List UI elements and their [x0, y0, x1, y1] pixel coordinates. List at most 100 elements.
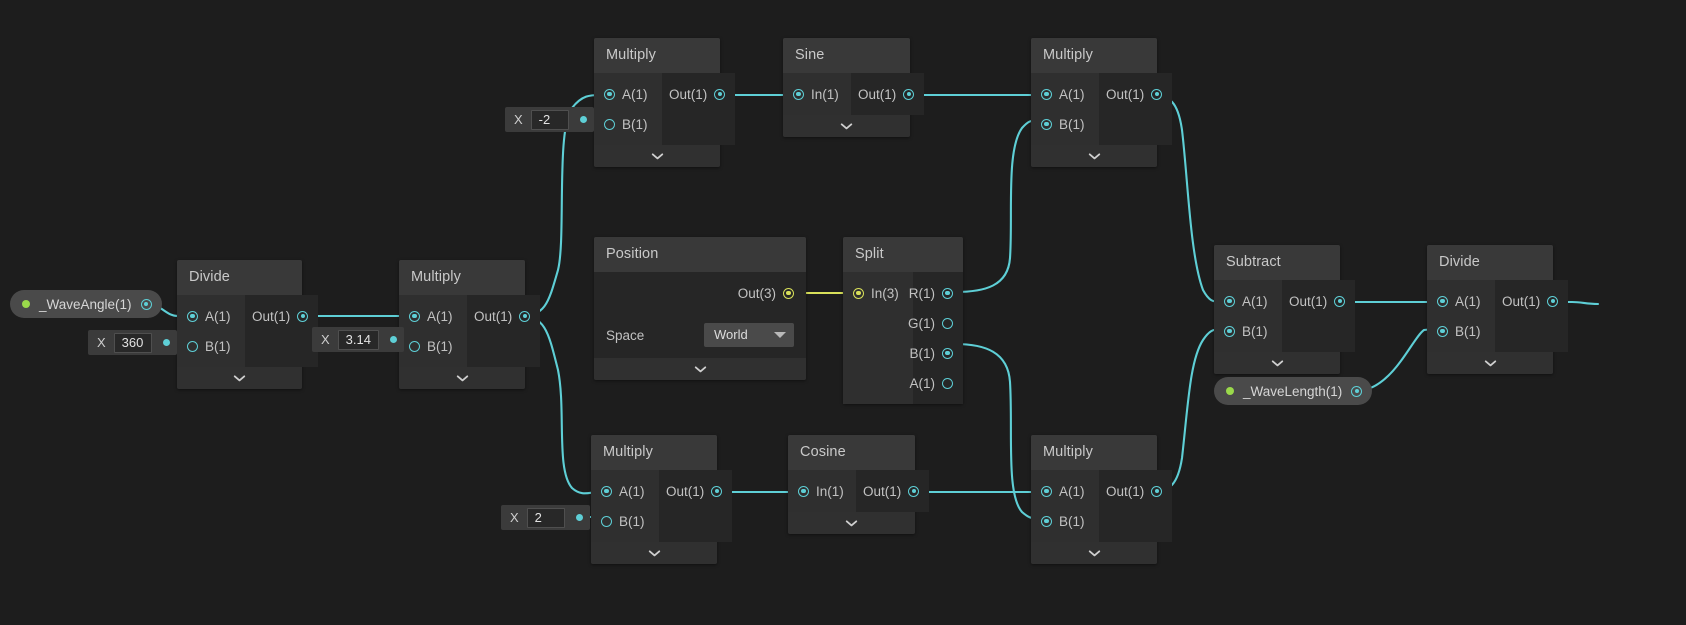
port-in-b1[interactable]: B(1) — [594, 109, 662, 139]
value-output-socket[interactable] — [575, 514, 583, 521]
output-socket[interactable] — [519, 310, 531, 322]
node-collapse-footer[interactable] — [1214, 352, 1340, 374]
node-collapse-footer[interactable] — [783, 115, 910, 137]
output-socket[interactable] — [942, 377, 953, 389]
value-field-360[interactable]: X 360 — [88, 330, 177, 355]
node-divide-angle[interactable]: Divide A(1) B(1) Out(1) — [177, 260, 319, 389]
port-in-a1[interactable]: A(1) — [1214, 286, 1282, 316]
output-socket[interactable] — [1547, 295, 1559, 307]
port-in-b1[interactable]: B(1) — [1427, 316, 1495, 346]
input-socket[interactable] — [601, 485, 612, 497]
node-collapse-footer[interactable] — [1427, 352, 1553, 374]
port-out-out1[interactable]: Out(1) — [1099, 79, 1172, 109]
port-in-in1[interactable]: In(1) — [788, 476, 856, 506]
node-collapse-footer[interactable] — [591, 542, 717, 564]
port-in-a1[interactable]: A(1) — [591, 476, 659, 506]
input-socket[interactable] — [604, 88, 615, 100]
output-socket[interactable] — [903, 88, 915, 100]
property-pill-wavelength[interactable]: _WaveLength(1) — [1214, 377, 1373, 405]
property-pill-waveangle[interactable]: _WaveAngle(1) — [10, 290, 162, 318]
input-socket[interactable] — [409, 310, 420, 322]
node-graph-canvas[interactable]: _WaveAngle(1) _WaveLength(1) X 360 X 3.1… — [0, 0, 1686, 625]
port-out-out1[interactable]: Out(1) — [856, 476, 929, 506]
value-field-2[interactable]: X 2 — [501, 505, 590, 530]
input-socket[interactable] — [798, 485, 809, 497]
node-divide-wavelength[interactable]: Divide A(1) B(1) Out(1) — [1427, 245, 1569, 374]
port-in-b1[interactable]: B(1) — [399, 331, 467, 361]
port-out-out1[interactable]: Out(1) — [662, 79, 735, 109]
input-socket[interactable] — [853, 287, 864, 299]
port-out-a[interactable]: A(1) — [902, 368, 963, 398]
port-in-b1[interactable]: B(1) — [1214, 316, 1282, 346]
port-out-out1[interactable]: Out(1) — [659, 476, 732, 506]
port-out-out1[interactable]: Out(1) — [1099, 476, 1172, 506]
input-socket[interactable] — [1224, 325, 1235, 337]
port-out-out1[interactable]: Out(1) — [851, 79, 924, 109]
input-socket[interactable] — [1041, 485, 1052, 497]
input-socket[interactable] — [187, 310, 198, 322]
port-out-r[interactable]: R(1) — [902, 278, 963, 308]
input-socket[interactable] — [1437, 325, 1448, 337]
input-socket[interactable] — [1224, 295, 1235, 307]
port-in-a1[interactable]: A(1) — [177, 301, 245, 331]
port-out-out1[interactable]: Out(1) — [1495, 286, 1568, 316]
value-field-314[interactable]: X 3.14 — [312, 327, 404, 352]
input-socket[interactable] — [1041, 88, 1052, 100]
port-out-out1[interactable]: Out(1) — [1282, 286, 1355, 316]
output-socket[interactable] — [942, 317, 953, 329]
value-output-socket[interactable] — [389, 336, 397, 343]
port-out-position[interactable]: Out(3) — [594, 278, 806, 308]
value-output-socket[interactable] — [579, 116, 587, 123]
input-socket[interactable] — [1437, 295, 1448, 307]
value-output-socket[interactable] — [162, 339, 170, 346]
space-dropdown[interactable]: World — [704, 323, 794, 347]
value-input[interactable]: 360 — [113, 332, 152, 353]
node-collapse-footer[interactable] — [177, 367, 302, 389]
node-multiply-neg2[interactable]: Multiply A(1) B(1) Out(1) — [594, 38, 736, 167]
port-in-a1[interactable]: A(1) — [594, 79, 662, 109]
port-out-b[interactable]: B(1) — [902, 338, 963, 368]
node-collapse-footer[interactable] — [594, 358, 806, 380]
node-collapse-footer[interactable] — [1031, 542, 1157, 564]
property-output-socket[interactable] — [140, 298, 152, 310]
node-multiply-sin-b[interactable]: Multiply A(1) B(1) Out(1) — [1031, 38, 1173, 167]
node-split[interactable]: Split In(3) R(1) G(1) B(1) A(1) — [843, 237, 963, 404]
value-field-neg2[interactable]: X -2 — [505, 107, 594, 132]
port-in-a1[interactable]: A(1) — [1031, 476, 1099, 506]
port-out-g[interactable]: G(1) — [901, 308, 963, 338]
port-in-a1[interactable]: A(1) — [1427, 286, 1495, 316]
input-socket[interactable] — [187, 340, 198, 352]
port-in-b1[interactable]: B(1) — [1031, 109, 1099, 139]
input-socket[interactable] — [409, 340, 420, 352]
port-in-in1[interactable]: In(1) — [783, 79, 851, 109]
output-socket[interactable] — [942, 347, 953, 359]
node-sine[interactable]: Sine In(1) Out(1) — [783, 38, 925, 137]
port-in-b1[interactable]: B(1) — [177, 331, 245, 361]
port-in-a1[interactable]: A(1) — [1031, 79, 1099, 109]
input-socket[interactable] — [601, 515, 612, 527]
output-socket[interactable] — [297, 310, 309, 322]
output-socket[interactable] — [783, 287, 794, 299]
input-socket[interactable] — [793, 88, 804, 100]
output-socket[interactable] — [942, 287, 953, 299]
value-input[interactable]: -2 — [530, 109, 569, 130]
output-socket[interactable] — [1334, 295, 1346, 307]
property-output-socket[interactable] — [1351, 385, 1363, 397]
node-collapse-footer[interactable] — [594, 145, 720, 167]
node-multiply-cos-r[interactable]: Multiply A(1) B(1) Out(1) — [1031, 435, 1173, 564]
node-collapse-footer[interactable] — [1031, 145, 1157, 167]
port-in-b1[interactable]: B(1) — [1031, 506, 1099, 536]
output-socket[interactable] — [908, 485, 920, 497]
node-multiply-pi[interactable]: Multiply A(1) B(1) Out(1) — [399, 260, 541, 389]
output-socket[interactable] — [714, 88, 726, 100]
node-subtract[interactable]: Subtract A(1) B(1) Out(1) — [1214, 245, 1356, 374]
port-in-b1[interactable]: B(1) — [591, 506, 659, 536]
position-space-row[interactable]: Space World — [594, 314, 806, 358]
value-input[interactable]: 3.14 — [337, 329, 379, 350]
input-socket[interactable] — [1041, 118, 1052, 130]
port-out-out1[interactable]: Out(1) — [245, 301, 318, 331]
node-collapse-footer[interactable] — [788, 512, 915, 534]
port-in-a1[interactable]: A(1) — [399, 301, 467, 331]
output-socket[interactable] — [711, 485, 723, 497]
port-out-out1[interactable]: Out(1) — [467, 301, 540, 331]
